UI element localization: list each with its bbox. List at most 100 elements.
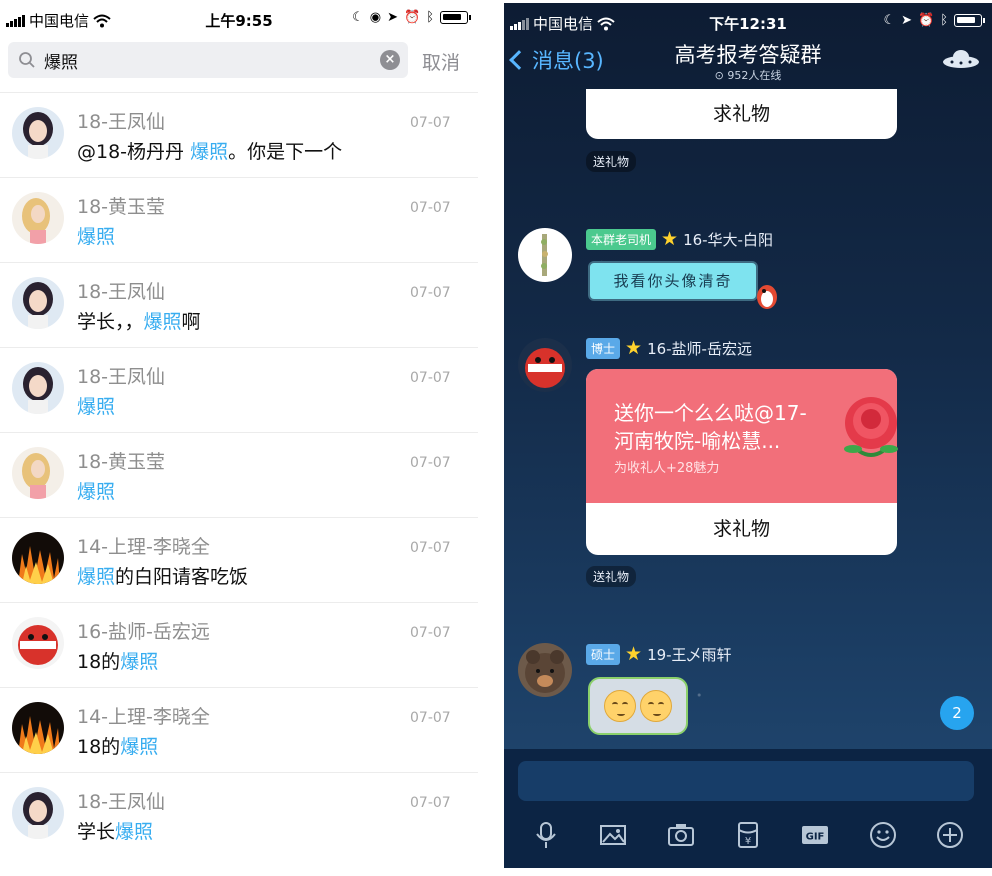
- moon-icon: ☾: [352, 10, 364, 25]
- gift-tag: 送礼物: [586, 566, 637, 587]
- lock-rotation-icon: ◉: [369, 10, 382, 25]
- plus-icon[interactable]: [933, 819, 967, 851]
- alarm-icon: ⏰: [404, 10, 421, 25]
- message-bubble[interactable]: 我看你头像清奇: [588, 261, 758, 301]
- ufo-icon[interactable]: [942, 47, 980, 71]
- image-icon[interactable]: [596, 819, 630, 851]
- request-gift-button[interactable]: 求礼物: [586, 503, 897, 555]
- keyword-highlight: 爆照: [190, 141, 229, 163]
- request-gift-button[interactable]: 求礼物: [586, 89, 897, 139]
- member-badge: 硕士: [586, 644, 621, 665]
- sender-name[interactable]: 19-王乄雨轩: [647, 644, 732, 665]
- search-result-item[interactable]: 18-王凤仙 07-07 爆照: [0, 347, 478, 432]
- sender-name[interactable]: 16-华大-白阳: [683, 229, 773, 250]
- search-result-item[interactable]: 18-王凤仙 07-07 学长，，爆照啊: [0, 262, 478, 347]
- chat-header: 消息(3) 高考报考答疑群 ⊙ 952人在线: [504, 33, 992, 89]
- search-result-item[interactable]: 14-上理-李晓全 07-07 18的爆照: [0, 687, 478, 772]
- avatar[interactable]: [12, 617, 64, 669]
- avatar[interactable]: [12, 447, 64, 499]
- avatar[interactable]: [518, 228, 572, 282]
- gift-card-body: 送你一个么么哒@17-河南牧院-喻松慧... 为收礼人+28魅力: [586, 369, 898, 503]
- avatar[interactable]: [12, 192, 64, 244]
- sender-row: 硕士 ★ 19-王乄雨轩: [586, 644, 732, 665]
- penguin-sticker-icon: [757, 285, 777, 309]
- snippet-text: 18的: [77, 736, 121, 758]
- gif-icon[interactable]: GIF: [798, 819, 832, 851]
- message-date: 07-07: [410, 200, 451, 216]
- keyword-highlight: 爆照: [143, 311, 182, 333]
- sender-name: 14-上理-李晓全: [77, 706, 210, 728]
- message-snippet: @18-杨丹丹 爆照。你是下一个: [77, 137, 342, 164]
- message-date: 07-07: [410, 625, 451, 641]
- avatar[interactable]: [518, 643, 572, 697]
- message-date: 07-07: [410, 285, 451, 301]
- chat-toolbar: ¥ GIF: [504, 819, 992, 851]
- sender-name: 14-上理-李晓全: [77, 536, 210, 558]
- sender-name: 18-黄玉莹: [77, 196, 166, 218]
- gift-message-card[interactable]: 送你一个么么哒@17-河南牧院-喻松慧... 为收礼人+28魅力 求礼物: [586, 369, 898, 555]
- message-snippet: 爆照: [77, 477, 115, 504]
- message-input[interactable]: [518, 761, 974, 801]
- message-snippet: 学长，，爆照啊: [77, 307, 201, 334]
- search-result-item[interactable]: 16-盐师-岳宏远 07-07 18的爆照: [0, 602, 478, 687]
- star-icon: ★: [661, 228, 679, 250]
- message-date: 07-07: [410, 455, 451, 471]
- microphone-icon[interactable]: [529, 819, 563, 851]
- search-result-item[interactable]: 14-上理-李晓全 07-07 爆照的白阳请客吃饭: [0, 517, 478, 602]
- location-icon: ➤: [901, 13, 912, 28]
- sender-row: 本群老司机 ★ 16-华大-白阳: [586, 229, 773, 250]
- search-result-item[interactable]: 18-王凤仙 07-07 学长爆照: [0, 772, 478, 857]
- snippet-text: 啊: [181, 311, 201, 333]
- avatar[interactable]: [12, 362, 64, 414]
- emoji-message-bubble[interactable]: [588, 677, 688, 735]
- search-result-item[interactable]: 18-王凤仙 07-07 @18-杨丹丹 爆照。你是下一个: [0, 92, 478, 177]
- search-results-list: 18-王凤仙 07-07 @18-杨丹丹 爆照。你是下一个 18-黄玉莹 07-07 爆照…: [0, 92, 478, 857]
- snippet-text: 。你是下一个: [228, 141, 343, 163]
- group-title: 高考报考答疑群: [674, 43, 822, 67]
- avatar[interactable]: [518, 338, 572, 392]
- message-date: 07-07: [410, 370, 451, 386]
- avatar[interactable]: [12, 702, 64, 754]
- sender-name[interactable]: 16-盐师-岳宏远: [647, 338, 752, 359]
- message-date: 07-07: [410, 710, 451, 726]
- chat-screen: 中国电信 下午12:31 ☾ ➤ ⏰ ᛒ 消息(3) 高考报考答疑群 ⊙ 952…: [504, 3, 992, 868]
- search-input[interactable]: [44, 46, 364, 74]
- camera-icon[interactable]: [664, 819, 698, 851]
- red-packet-icon[interactable]: ¥: [731, 819, 765, 851]
- search-result-item[interactable]: 18-黄玉莹 07-07 爆照: [0, 432, 478, 517]
- snippet-text: 18的: [77, 651, 121, 673]
- message-snippet: 学长爆照: [77, 817, 153, 844]
- snippet-text: 学长: [77, 821, 116, 843]
- clear-icon[interactable]: ×: [380, 50, 400, 70]
- search-result-item[interactable]: 18-黄玉莹 07-07 爆照: [0, 177, 478, 262]
- snippet-text: @18-杨丹丹: [77, 141, 191, 163]
- star-icon: ★: [625, 337, 643, 359]
- avatar[interactable]: [12, 107, 64, 159]
- search-icon: [19, 52, 35, 68]
- message-snippet: 爆照的白阳请客吃饭: [77, 562, 248, 589]
- search-screen: 中国电信 上午9:55 ☾ ◉ ➤ ⏰ ᛒ × 取消 18-王凤仙 07-07 @1…: [0, 0, 478, 876]
- keyword-highlight: 爆照: [77, 481, 116, 503]
- emoji-icon[interactable]: [866, 819, 900, 851]
- sender-row: 博士 ★ 16-盐师-岳宏远: [586, 338, 752, 359]
- gift-charm-text: 为收礼人+28魅力: [614, 461, 720, 476]
- online-count: ⊙ 952人在线: [714, 69, 782, 82]
- sender-name: 16-盐师-岳宏远: [77, 621, 210, 643]
- battery-icon: [954, 14, 985, 27]
- smile-face-icon: [604, 690, 636, 722]
- snippet-text: 的白阳请客吃饭: [115, 566, 249, 588]
- avatar[interactable]: [12, 277, 64, 329]
- message-snippet: 18的爆照: [77, 647, 158, 674]
- unread-count-badge[interactable]: 2: [940, 696, 974, 730]
- avatar[interactable]: [12, 787, 64, 839]
- rose-icon: [844, 397, 898, 457]
- search-box[interactable]: ×: [8, 42, 408, 78]
- message-snippet: 爆照: [77, 392, 115, 419]
- cancel-button[interactable]: 取消: [422, 48, 460, 75]
- avatar[interactable]: [12, 532, 64, 584]
- keyword-highlight: 爆照: [77, 566, 116, 588]
- search-bar: × 取消: [0, 42, 478, 82]
- gift-card-partial[interactable]: 求礼物: [586, 89, 897, 139]
- status-bar: 中国电信 上午9:55 ☾ ◉ ➤ ⏰ ᛒ: [0, 0, 478, 38]
- gift-tag: 送礼物: [586, 151, 637, 172]
